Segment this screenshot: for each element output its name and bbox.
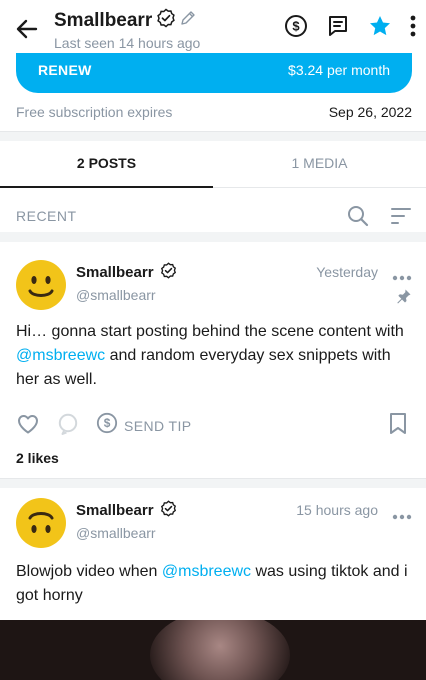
feed-section-label: RECENT xyxy=(16,208,77,224)
more-icon[interactable] xyxy=(410,15,416,37)
post-time: 15 hours ago xyxy=(296,502,378,518)
likes-count[interactable]: 2 likes xyxy=(16,450,59,466)
post-handle[interactable]: @smallbearr xyxy=(76,525,156,541)
pencil-icon[interactable] xyxy=(180,10,196,31)
expires-date: Sep 26, 2022 xyxy=(328,104,412,120)
bookmark-icon[interactable] xyxy=(388,412,408,441)
send-tip-label: SEND TIP xyxy=(124,417,192,434)
comment-icon[interactable] xyxy=(56,412,80,441)
renew-label: RENEW xyxy=(38,62,92,78)
post-text-part: Hi… gonna start posting behind the scene… xyxy=(16,323,404,340)
profile-header[interactable]: Smallbearr Last seen 14 hours ago xyxy=(54,8,200,51)
search-icon[interactable] xyxy=(346,204,370,233)
send-tip-button[interactable]: $ SEND TIP xyxy=(96,412,192,439)
dollar-icon: $ xyxy=(96,412,118,439)
message-icon[interactable] xyxy=(326,14,350,38)
back-arrow-icon[interactable] xyxy=(14,16,40,42)
section-divider xyxy=(0,131,426,141)
post-author[interactable]: Smallbearr xyxy=(76,500,177,521)
post-more-icon[interactable] xyxy=(392,507,412,525)
tab-media[interactable]: 1 MEDIA xyxy=(213,141,426,188)
mention-link[interactable]: @msbreewc xyxy=(16,347,105,364)
profile-tabs: 2 POSTS 1 MEDIA xyxy=(0,141,426,188)
verified-icon xyxy=(160,500,177,521)
heart-icon[interactable] xyxy=(16,412,40,441)
post-media[interactable] xyxy=(0,620,426,680)
post-text: Hi… gonna start posting behind the scene… xyxy=(16,320,410,392)
post-actions: $ SEND TIP xyxy=(0,410,426,440)
renew-button[interactable]: RENEW $3.24 per month xyxy=(16,53,412,93)
avatar[interactable] xyxy=(16,498,66,548)
post-separator xyxy=(0,478,426,488)
post-text-part: Blowjob video when xyxy=(16,563,162,580)
expires-label: Free subscription expires xyxy=(16,104,173,120)
profile-name: Smallbearr xyxy=(54,9,153,31)
avatar[interactable] xyxy=(16,260,66,310)
pin-icon xyxy=(396,288,412,309)
verified-icon xyxy=(160,262,177,283)
svg-text:$: $ xyxy=(292,19,300,34)
sort-icon[interactable] xyxy=(390,206,412,231)
svg-text:$: $ xyxy=(104,416,111,430)
media-thumbnail xyxy=(150,620,290,680)
last-seen: Last seen 14 hours ago xyxy=(54,35,201,51)
feed-header: RECENT xyxy=(0,188,426,242)
top-bar: Smallbearr Last seen 14 hours ago $ xyxy=(0,0,426,58)
post-author[interactable]: Smallbearr xyxy=(76,262,177,283)
post-handle[interactable]: @smallbearr xyxy=(76,287,156,303)
post-text: Blowjob video when @msbreewc was using t… xyxy=(16,560,410,608)
post-time: Yesterday xyxy=(316,264,378,280)
subscription-expiry: Free subscription expires Sep 26, 2022 xyxy=(16,104,412,120)
dollar-icon[interactable]: $ xyxy=(284,14,308,38)
post-author-name: Smallbearr xyxy=(76,502,154,519)
post-author-name: Smallbearr xyxy=(76,264,154,281)
star-icon[interactable] xyxy=(368,14,392,38)
mention-link[interactable]: @msbreewc xyxy=(162,563,251,580)
post-more-icon[interactable] xyxy=(392,268,412,286)
renew-price: $3.24 per month xyxy=(288,62,390,78)
tab-posts[interactable]: 2 POSTS xyxy=(0,141,213,188)
verified-icon xyxy=(156,8,176,33)
